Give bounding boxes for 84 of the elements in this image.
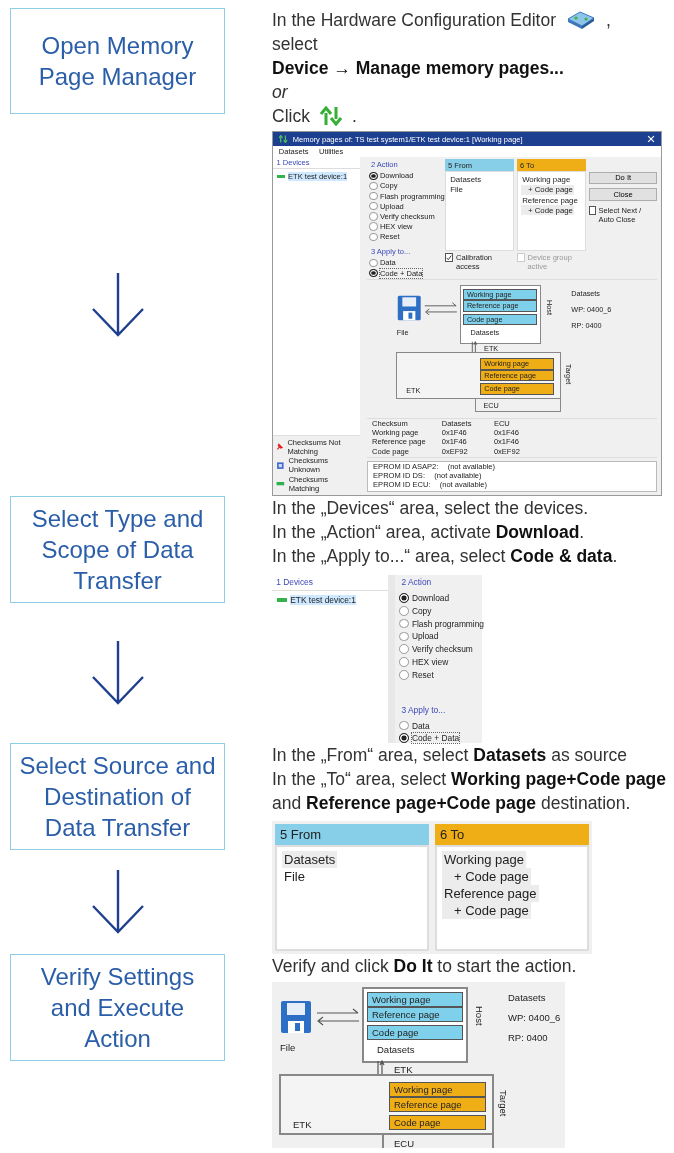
instruction-text: . (351, 105, 357, 128)
option-label[interactable]: HEX view (411, 656, 449, 667)
instruction-text: In the Hardware Configuration Editor (272, 9, 557, 32)
up-down-arrows-icon (319, 106, 342, 126)
radio-button[interactable] (369, 171, 378, 180)
memory-page: Code page (367, 1025, 463, 1041)
step-title: Open Memory Page Manager (10, 8, 225, 114)
option-label[interactable]: Data (411, 720, 430, 731)
list-item[interactable]: + Code page (520, 184, 575, 195)
panel-heading: 1 Devices (275, 576, 314, 590)
hardware-editor-icon (566, 9, 597, 31)
instruction-text: In the „Devices“ area, select the devices. (272, 496, 589, 520)
radio-button[interactable] (369, 268, 378, 278)
list-item[interactable]: Datasets (449, 174, 483, 185)
option-label[interactable]: Verify checksum (411, 644, 473, 655)
panel-heading: 2 Action (400, 576, 433, 590)
radio-button[interactable] (369, 232, 378, 241)
etk-label: ETK (293, 1119, 312, 1131)
memory-page: Reference page (389, 1097, 486, 1113)
option-label[interactable]: Download (411, 592, 450, 603)
info-text: Datasets (508, 992, 547, 1004)
list-item[interactable]: Working page (520, 174, 572, 185)
instruction-text: Click (272, 105, 310, 128)
memory-page: Working page (367, 992, 463, 1008)
panel-heading: 5 From (275, 824, 429, 846)
radio-button[interactable] (399, 720, 410, 731)
memory-page: Working page (389, 1082, 486, 1098)
option-label[interactable]: Reset (411, 669, 434, 680)
radio-button[interactable] (399, 605, 410, 616)
instruction-text: In the „Apply to...“ area, select Code & data. (272, 544, 618, 568)
panel-heading: 6 To (435, 824, 589, 846)
instruction-text: or (272, 81, 288, 104)
down-arrow-icon (89, 638, 146, 707)
instruction-text: select (272, 33, 318, 56)
instruction-text: In the „Action“ area, activate Download. (272, 520, 585, 544)
radio-button[interactable] (369, 191, 378, 201)
option-label[interactable]: Upload (411, 631, 439, 642)
radio-button[interactable] (399, 669, 410, 680)
list-item[interactable]: File (282, 868, 307, 886)
info-text: WP: 0400_6 (508, 1012, 561, 1024)
file-label: File (280, 1042, 296, 1054)
target-label: Target (498, 1090, 509, 1117)
instruction-text: Verify and click Do It to start the action. (272, 955, 577, 979)
down-arrow-icon (89, 270, 146, 339)
list-item[interactable]: + Code page (520, 205, 575, 216)
option-label[interactable]: Copy (411, 605, 432, 616)
info-text: RP: 0400 (508, 1032, 549, 1044)
list-item[interactable]: Datasets (282, 851, 338, 869)
host-label: Host (474, 1006, 485, 1026)
memory-page: Reference page (367, 1007, 463, 1023)
list-item[interactable]: Reference page (442, 885, 539, 903)
instruction-text: In the „From“ area, select Datasets as source (272, 744, 628, 768)
radio-button[interactable] (399, 644, 410, 654)
list-item[interactable]: Reference page (520, 194, 579, 206)
radio-button[interactable] (369, 202, 378, 211)
menu-path-text: Device → Manage memory pages... (272, 57, 564, 80)
step-title: Select Source and Destination of Data Transfer (10, 743, 225, 851)
option-label[interactable]: Code + Data (411, 733, 460, 744)
option-label[interactable]: Flash programming (411, 618, 485, 629)
radio-button[interactable] (369, 222, 378, 231)
two-way-arrow-icon (316, 1008, 360, 1027)
status-square-icon (276, 460, 286, 470)
radio-button[interactable] (399, 657, 410, 667)
list-item[interactable]: File (449, 184, 464, 195)
instruction-text: In the „To“ area, select Working page+Code page and Reference page+Code page destination. (272, 768, 668, 816)
list-item[interactable]: + Code page (442, 868, 531, 886)
radio-button[interactable] (369, 258, 378, 268)
radio-button[interactable] (399, 618, 410, 629)
step-title: Verify Settings and Execute Action (10, 954, 225, 1062)
panel-heading: 3 Apply to... (400, 703, 447, 717)
instruction-text: , (606, 9, 611, 32)
radio-button[interactable] (399, 631, 410, 642)
two-way-arrow-icon (424, 301, 458, 316)
list-item[interactable]: Working page (442, 851, 526, 869)
step-title: Select Type and Scope of Data Transfer (10, 495, 225, 603)
ecu-label: ECU (394, 1138, 415, 1149)
radio-button[interactable] (399, 733, 410, 744)
memory-page: Code page (389, 1115, 486, 1131)
list-item[interactable]: + Code page (442, 902, 531, 920)
source-label: Datasets (376, 1044, 416, 1056)
radio-button[interactable] (399, 593, 410, 603)
radio-button[interactable] (369, 212, 378, 221)
radio-button[interactable] (369, 181, 378, 191)
link-label: ETK (394, 1064, 413, 1076)
